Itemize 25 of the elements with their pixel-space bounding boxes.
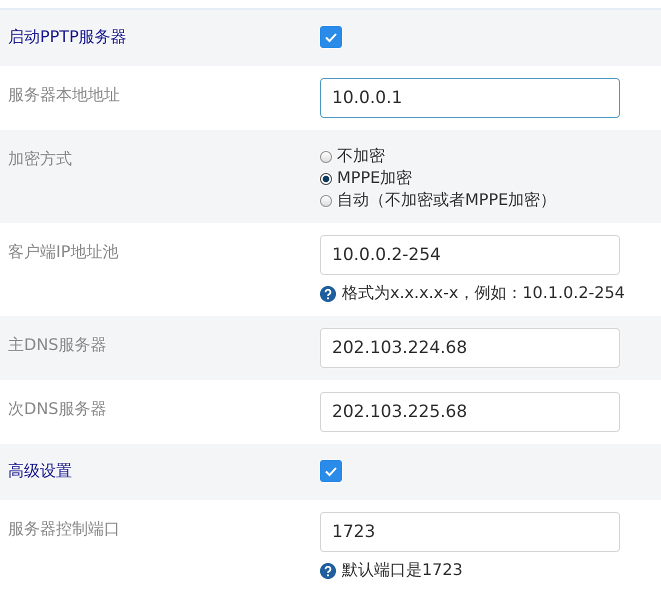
input-field[interactable]: 202.103.225.68 [320,392,620,432]
field-label: 加密方式 [8,149,72,168]
radio-button[interactable] [320,172,332,184]
checkbox[interactable] [320,26,342,48]
radio-label: 不加密 [337,146,385,167]
field-label: 主DNS服务器 [8,335,106,354]
field-label: 启动PPTP服务器 [8,27,127,46]
radio-label: 自动（不加密或者MPPE加密） [337,190,556,211]
radio-button[interactable] [320,150,332,162]
hint-text: 默认端口是1723 [342,560,463,581]
hint-text: 格式为x.x.x.x-x，例如：10.1.0.2-254 [342,283,625,304]
field-label: 次DNS服务器 [8,399,106,418]
radio-button[interactable] [320,194,332,206]
field-label: 服务器本地地址 [8,85,120,104]
input-field[interactable]: 10.0.0.2-254 [320,235,620,275]
input-field[interactable]: 202.103.224.68 [320,328,620,368]
help-icon [320,562,336,578]
radio-label: MPPE加密 [337,168,412,189]
input-field[interactable]: 10.0.0.1 [320,78,620,118]
checkbox[interactable] [320,460,342,482]
help-icon [320,286,336,302]
field-label: 客户端IP地址池 [8,242,118,261]
field-label: 服务器控制端口 [8,519,120,538]
input-field[interactable]: 1723 [320,512,620,552]
field-label: 高级设置 [8,461,72,480]
